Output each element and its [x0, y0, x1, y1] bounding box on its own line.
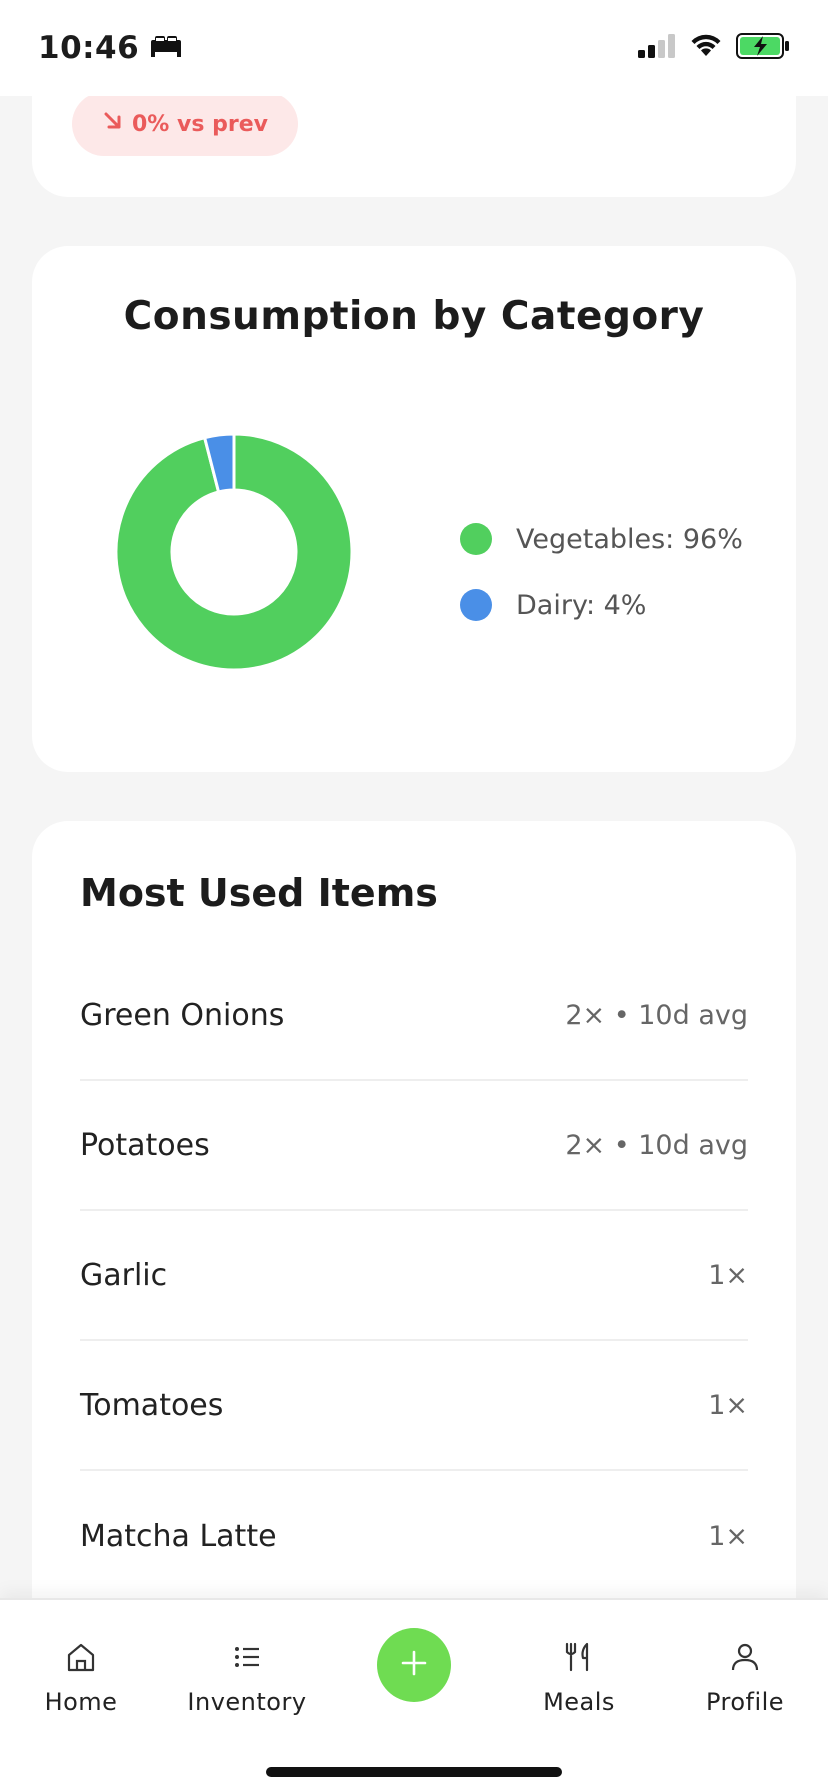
home-icon: [64, 1640, 98, 1678]
person-icon: [728, 1640, 762, 1678]
cellular-signal-icon: [638, 34, 676, 62]
legend-item-dairy: Dairy: 4%: [460, 572, 743, 638]
list-item[interactable]: Potatoes 2× • 10d avg: [80, 1081, 748, 1211]
list-item[interactable]: Green Onions 2× • 10d avg: [80, 951, 748, 1081]
item-name: Garlic: [80, 1257, 168, 1293]
item-stat: 1×: [708, 1259, 748, 1291]
nav-meals[interactable]: Meals: [504, 1640, 654, 1716]
status-right: [638, 33, 790, 63]
most-used-list: Green Onions 2× • 10d avg Potatoes 2× • …: [80, 951, 748, 1601]
legend-dot-vegetables: [460, 523, 492, 555]
nav-meals-label: Meals: [543, 1688, 615, 1716]
nav-profile[interactable]: Profile: [670, 1640, 820, 1716]
add-button[interactable]: [377, 1628, 451, 1702]
item-name: Tomatoes: [80, 1387, 224, 1423]
nav-inventory-label: Inventory: [187, 1688, 307, 1716]
chart-legend: Vegetables: 96% Dairy: 4%: [460, 506, 743, 638]
item-name: Green Onions: [80, 997, 285, 1033]
chart-title: Consumption by Category: [123, 294, 705, 339]
nav-home-label: Home: [44, 1688, 118, 1716]
bed-icon: [149, 34, 183, 62]
legend-label-dairy: Dairy: 4%: [516, 589, 647, 621]
most-used-card: Most Used Items Green Onions 2× • 10d av…: [32, 821, 796, 1701]
legend-dot-dairy: [460, 589, 492, 621]
item-name: Potatoes: [80, 1127, 210, 1163]
legend-item-vegetables: Vegetables: 96%: [460, 506, 743, 572]
donut-chart: [114, 432, 354, 672]
battery-charging-icon: [736, 33, 790, 63]
list-item[interactable]: Garlic 1×: [80, 1211, 748, 1341]
item-name: Matcha Latte: [80, 1518, 277, 1554]
home-indicator: [266, 1767, 562, 1777]
most-used-title: Most Used Items: [80, 871, 438, 915]
trend-label: 0% vs prev: [132, 111, 268, 137]
trend-badge: 0% vs prev: [72, 92, 298, 156]
item-stat: 1×: [708, 1520, 748, 1552]
list-icon: [230, 1640, 264, 1678]
wifi-icon: [690, 34, 722, 62]
legend-label-vegetables: Vegetables: 96%: [516, 523, 743, 555]
arrow-down-right-icon: [102, 110, 124, 138]
status-time: 10:46: [38, 30, 140, 66]
list-item[interactable]: Matcha Latte 1×: [80, 1471, 748, 1601]
nav-inventory[interactable]: Inventory: [172, 1640, 322, 1716]
status-left: 10:46: [38, 30, 183, 66]
item-stat: 1×: [708, 1389, 748, 1421]
nav-home[interactable]: Home: [6, 1640, 156, 1716]
bottom-nav: Home Inventory Meals Profile: [0, 1598, 828, 1792]
item-stat: 2× • 10d avg: [565, 1129, 748, 1161]
status-bar: 10:46: [0, 0, 828, 96]
plus-icon: [399, 1648, 429, 1682]
nav-profile-label: Profile: [705, 1688, 785, 1716]
consumption-card: Consumption by Category Vegetables: 96% …: [32, 246, 796, 772]
item-stat: 2× • 10d avg: [565, 999, 748, 1031]
list-item[interactable]: Tomatoes 1×: [80, 1341, 748, 1471]
fork-knife-icon: [562, 1640, 596, 1678]
